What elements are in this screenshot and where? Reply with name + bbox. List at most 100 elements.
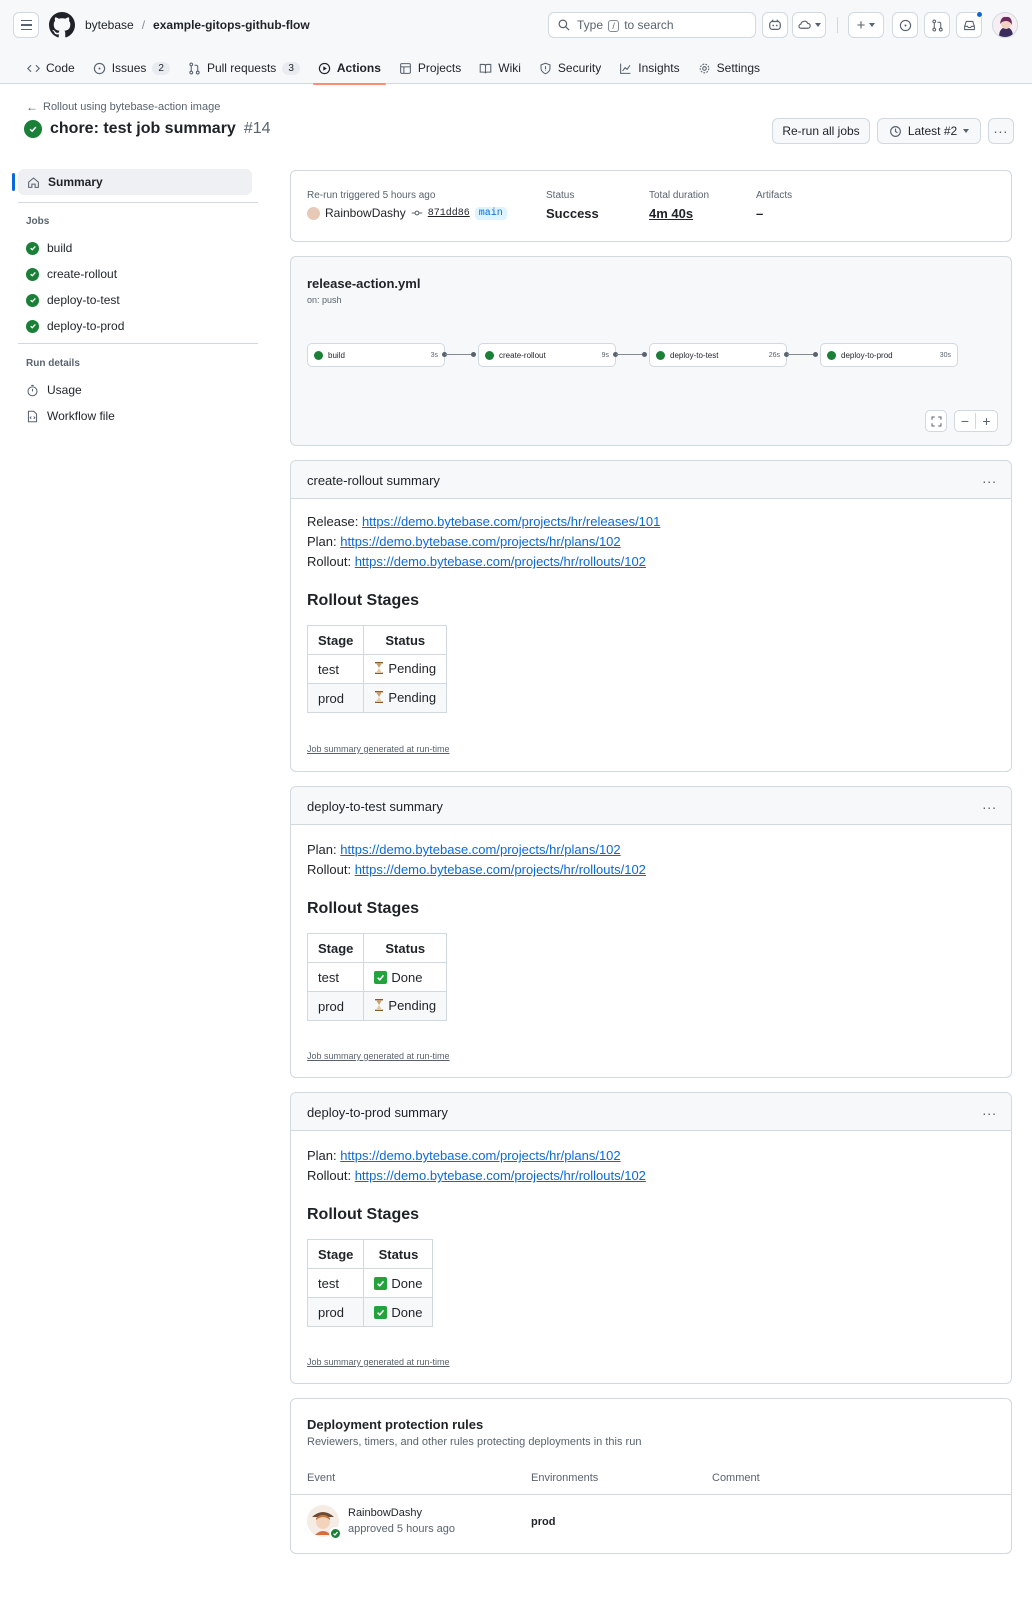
home-icon <box>28 176 39 188</box>
user-avatar[interactable] <box>992 12 1018 38</box>
more-options-button[interactable]: ... <box>988 118 1014 144</box>
tab-security[interactable]: Security <box>530 52 610 84</box>
tab-insights[interactable]: Insights <box>610 52 688 84</box>
tab-pull-requests[interactable]: Pull requests 3 <box>179 52 309 84</box>
sidebar-item-summary[interactable]: Summary <box>12 169 252 195</box>
tab-actions[interactable]: Actions <box>309 52 390 85</box>
summary-link-line: Rollout: https://demo.bytebase.com/proje… <box>307 1168 646 1183</box>
kebab-horizontal-icon[interactable]: ... <box>982 1102 997 1118</box>
sidebar-item-workflow-file[interactable]: Workflow file <box>26 409 115 423</box>
rollout-stages-table: Stage Status test Done prod Pending <box>306 933 448 1021</box>
sidebar-job-label: deploy-to-prod <box>47 319 125 333</box>
connector-dot <box>471 352 476 357</box>
status-text: Done <box>391 1304 423 1320</box>
workflow-graph-card: release-action.yml on: push build 3s cre… <box>290 256 1012 446</box>
kebab-horizontal-icon[interactable]: ... <box>982 470 997 486</box>
tab-issues[interactable]: Issues 2 <box>84 52 179 84</box>
sidebar-item-usage[interactable]: Usage <box>26 383 82 397</box>
rollout-link[interactable]: https://demo.bytebase.com/projects/hr/ro… <box>355 1168 646 1183</box>
copilot-button[interactable] <box>762 12 788 38</box>
plan-link[interactable]: https://demo.bytebase.com/projects/hr/pl… <box>340 534 620 549</box>
sidebar-job-label: deploy-to-test <box>47 293 120 307</box>
sidebar-job-create-rollout[interactable]: create-rollout <box>26 267 117 281</box>
check-circle-icon <box>656 350 665 360</box>
search-prefix: Type <box>577 18 604 32</box>
column-header: Status <box>363 933 448 963</box>
graph-job-label: build <box>328 350 345 360</box>
check-circle-icon <box>26 293 39 307</box>
tab-projects[interactable]: Projects <box>390 52 470 84</box>
check-mark-icon <box>374 1276 388 1290</box>
hourglass-icon <box>375 691 384 704</box>
link-label: Plan: <box>307 842 337 857</box>
search-icon <box>558 19 570 31</box>
table-row: test Done <box>306 1268 434 1298</box>
search-suffix: to search <box>624 18 674 32</box>
status-value: Success <box>546 206 599 221</box>
summary-footer-link[interactable]: Job summary generated at run-time <box>307 1051 450 1061</box>
tab-settings[interactable]: Settings <box>689 52 769 84</box>
actor-link[interactable]: RainbowDashy <box>325 206 406 220</box>
duration-label: Total duration <box>649 190 710 201</box>
divider <box>291 1494 1011 1495</box>
check-circle-icon <box>329 1527 342 1540</box>
release-link[interactable]: https://demo.bytebase.com/projects/hr/re… <box>362 514 660 529</box>
check-circle-icon <box>24 120 42 138</box>
back-link[interactable]: ← Rollout using bytebase-action image <box>26 100 220 114</box>
tab-wiki[interactable]: Wiki <box>470 52 530 84</box>
column-header: Status <box>363 1239 434 1269</box>
breadcrumb-repo[interactable]: example-gitops-github-flow <box>153 18 310 32</box>
create-new-button[interactable]: + <box>848 12 884 38</box>
graph-job-create-rollout[interactable]: create-rollout 9s <box>478 343 616 367</box>
cloud-icon <box>797 20 811 29</box>
job-summary-create-rollout: create-rollout summary ... Release: http… <box>290 460 1012 772</box>
fullscreen-button[interactable] <box>925 410 947 432</box>
divider <box>18 202 258 203</box>
status-text: Done <box>391 969 423 985</box>
sidebar-job-build[interactable]: build <box>26 241 72 255</box>
rollout-link[interactable]: https://demo.bytebase.com/projects/hr/ro… <box>355 554 646 569</box>
tab-label: Settings <box>716 61 760 75</box>
rerun-all-jobs-button[interactable]: Re-run all jobs <box>772 118 870 144</box>
stage-cell: test <box>306 1268 365 1298</box>
plan-link[interactable]: https://demo.bytebase.com/projects/hr/pl… <box>340 842 620 857</box>
summary-footer-link[interactable]: Job summary generated at run-time <box>307 1357 450 1367</box>
rollout-link[interactable]: https://demo.bytebase.com/projects/hr/ro… <box>355 862 646 877</box>
issues-button[interactable] <box>892 12 918 38</box>
tab-code[interactable]: Code <box>18 52 84 84</box>
summary-heading: Rollout Stages <box>307 1206 420 1223</box>
copilot-menu-button[interactable] <box>792 12 826 38</box>
graph-job-deploy-to-test[interactable]: deploy-to-test 26s <box>649 343 787 367</box>
summary-title: deploy-to-prod summary <box>307 1105 448 1120</box>
plan-link[interactable]: https://demo.bytebase.com/projects/hr/pl… <box>340 1148 620 1163</box>
branch-badge[interactable]: main <box>474 206 507 220</box>
check-mark-icon <box>374 1305 388 1319</box>
table-row: test Done <box>306 962 448 992</box>
zoom-in-button[interactable]: + <box>976 413 997 429</box>
graph-job-build[interactable]: build 3s <box>307 343 445 367</box>
sidebar-job-deploy-to-test[interactable]: deploy-to-test <box>26 293 120 307</box>
divider <box>837 17 838 33</box>
reviewer-name[interactable]: RainbowDashy <box>348 1507 422 1519</box>
artifacts-label: Artifacts <box>756 190 793 201</box>
table-row: prod Pending <box>306 991 448 1021</box>
attempt-select-button[interactable]: Latest #2 <box>877 118 981 144</box>
breadcrumb-owner[interactable]: bytebase <box>85 18 134 32</box>
commit-sha-link[interactable]: 871dd86 <box>428 208 470 219</box>
run-meta-card: Re-run triggered 5 hours ago RainbowDash… <box>290 170 1012 242</box>
zoom-out-button[interactable]: − <box>955 413 977 429</box>
graph-job-deploy-to-prod[interactable]: deploy-to-prod 30s <box>820 343 958 367</box>
search-input[interactable]: Type / to search <box>548 12 756 38</box>
reviewer-avatar[interactable] <box>307 1505 342 1540</box>
hamburger-menu-icon[interactable] <box>13 12 39 38</box>
sidebar-job-deploy-to-prod[interactable]: deploy-to-prod <box>26 319 124 333</box>
tab-label: Wiki <box>498 61 521 75</box>
stage-cell: prod <box>306 1297 365 1327</box>
status-text: Done <box>391 1275 423 1291</box>
pull-requests-button[interactable] <box>924 12 950 38</box>
duration-link[interactable]: 4m 40s <box>649 206 693 221</box>
trigger-details: RainbowDashy 871dd86 main <box>307 206 507 220</box>
github-logo-icon[interactable] <box>49 12 75 38</box>
summary-footer-link[interactable]: Job summary generated at run-time <box>307 744 450 754</box>
kebab-horizontal-icon[interactable]: ... <box>982 796 997 812</box>
